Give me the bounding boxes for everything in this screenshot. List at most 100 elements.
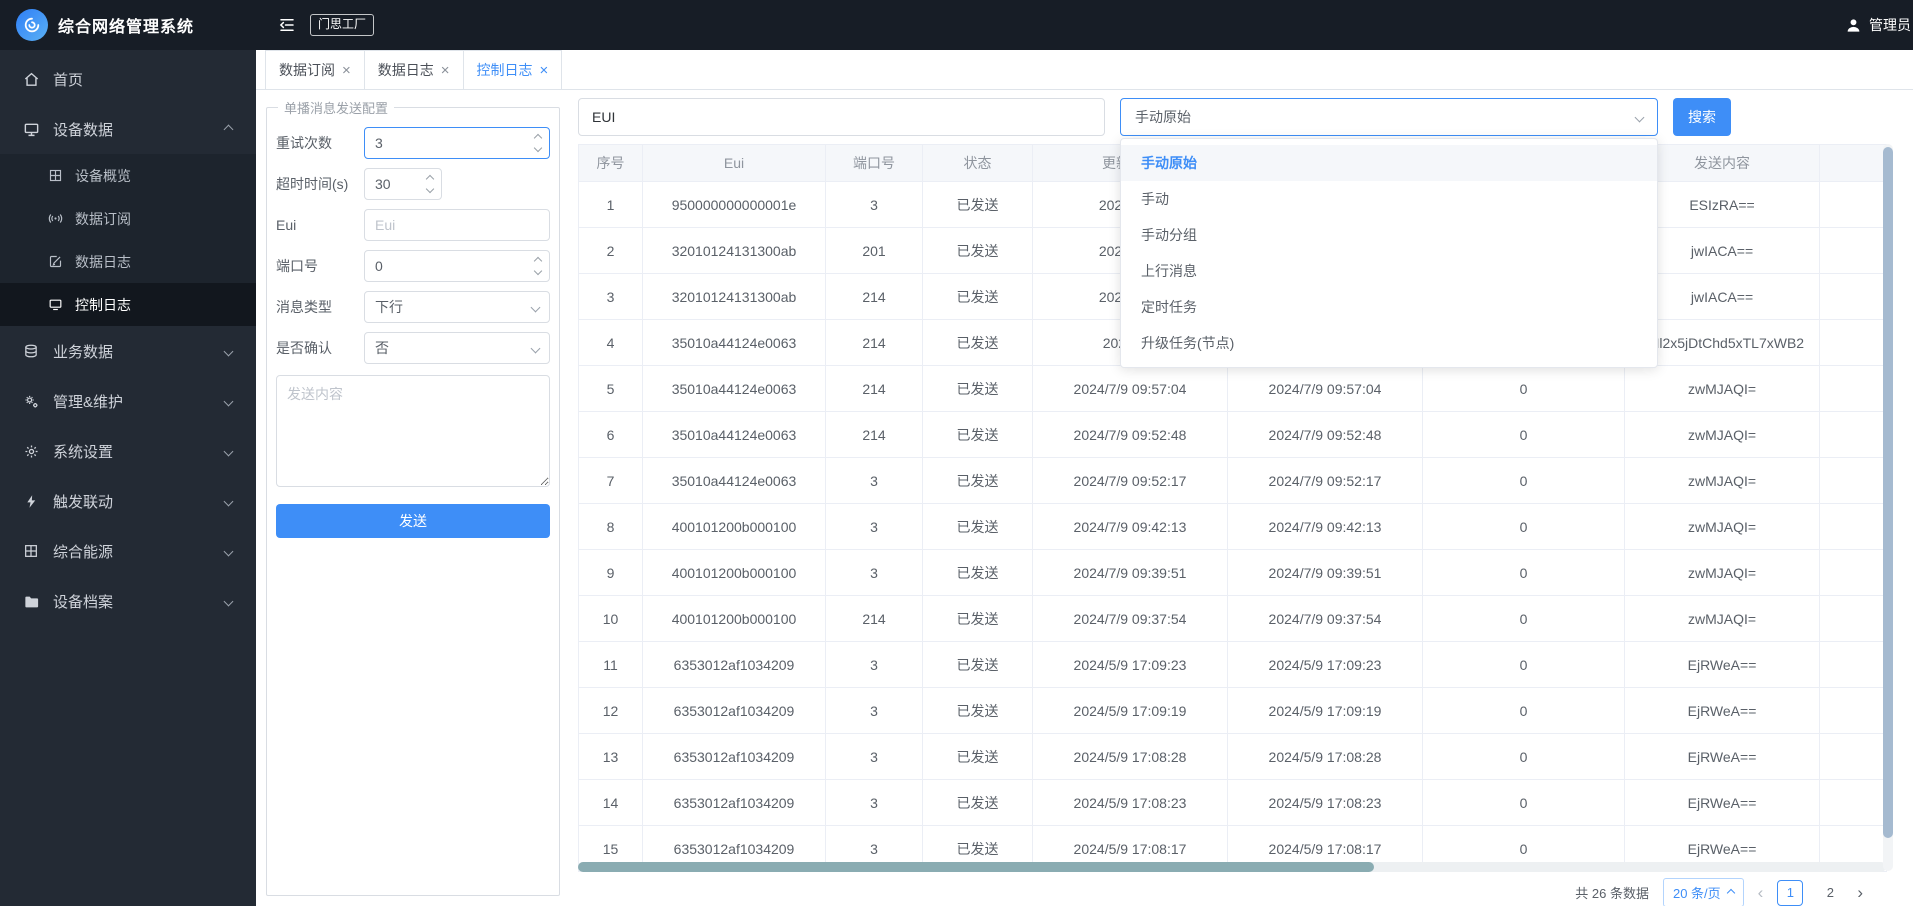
table-cell: 6353012af1034209: [642, 779, 826, 826]
message-type-select[interactable]: 下行: [364, 291, 550, 323]
number-spinner[interactable]: [528, 252, 548, 280]
table-row[interactable]: 11 6353012af1034209 3 已发送 2024/5/9 17:09:23 2…: [578, 641, 1887, 688]
sidebar-item-business-data[interactable]: 业务数据: [0, 326, 256, 376]
page-size-select[interactable]: 20 条/页: [1662, 878, 1744, 906]
sidebar-item-management-maintenance[interactable]: 管理&维护: [0, 376, 256, 426]
number-spinner[interactable]: [528, 129, 548, 157]
send-content-textarea[interactable]: [276, 375, 550, 487]
sidebar-item-home[interactable]: 首页: [0, 54, 256, 104]
retry-count-input[interactable]: [364, 127, 550, 159]
tab-data-logs[interactable]: 数据日志 ×: [363, 50, 464, 89]
dropdown-option[interactable]: 上行消息: [1121, 253, 1657, 289]
tab-data-subscription[interactable]: 数据订阅 ×: [265, 50, 365, 89]
table-row[interactable]: 12 6353012af1034209 3 已发送 2024/5/9 17:09:19 2…: [578, 687, 1887, 734]
table-row[interactable]: 10 400101200b000100 214 已发送 2024/7/9 09:37:5…: [578, 595, 1887, 642]
fieldset-legend: 单播消息发送配置: [284, 101, 389, 116]
chevron-down-icon: [223, 346, 234, 356]
sidebar-subitem-control-logs[interactable]: 控制日志: [0, 283, 256, 326]
confirm-select[interactable]: 否: [364, 332, 550, 364]
table-cell: 214: [825, 365, 923, 412]
table-cell: 0: [1422, 641, 1625, 688]
app-root: 综合网络管理系统 门思工厂 管理员 首页 设备数据 设备概览 数据订阅 数据日志…: [0, 0, 1913, 906]
table-cell: 9: [578, 549, 643, 596]
message-origin-select[interactable]: 手动原始: [1120, 98, 1658, 136]
table-cell: [1819, 273, 1887, 320]
page-number-2[interactable]: 2: [1817, 880, 1843, 906]
table-cell: [1819, 365, 1887, 412]
table-cell: 35010a44124e0063: [642, 319, 826, 366]
table-row[interactable]: 9 400101200b000100 3 已发送 2024/7/9 09:39:51 20…: [578, 549, 1887, 596]
sidebar-subitem-device-overview[interactable]: 设备概览: [0, 154, 256, 197]
chevron-down-icon: [223, 596, 234, 606]
close-icon[interactable]: ×: [342, 63, 351, 78]
table-cell: EjRWeA==: [1624, 779, 1820, 826]
close-icon[interactable]: ×: [441, 63, 450, 78]
pagination-total: 共 26 条数据: [1575, 886, 1649, 901]
table-cell: [1819, 411, 1887, 458]
table-row[interactable]: 14 6353012af1034209 3 已发送 2024/5/9 17:08:23 2…: [578, 779, 1887, 826]
horizontal-scrollbar[interactable]: [578, 862, 1886, 872]
send-button[interactable]: 发送: [276, 504, 550, 538]
dropdown-option[interactable]: 升级任务(节点): [1121, 325, 1657, 361]
dropdown-option[interactable]: 手动分组: [1121, 217, 1657, 253]
table-cell: 2024/7/9 09:42:13: [1227, 503, 1423, 550]
table-cell: [1819, 733, 1887, 780]
prev-page-button[interactable]: ‹: [1758, 884, 1764, 901]
sidebar-item-integrated-energy[interactable]: 综合能源: [0, 526, 256, 576]
dropdown-option[interactable]: 手动: [1121, 181, 1657, 217]
table-cell: EjRWeA==: [1624, 641, 1820, 688]
table-row[interactable]: 7 35010a44124e0063 3 已发送 2024/7/9 09:52:17 20…: [578, 457, 1887, 504]
horizontal-scroll-thumb[interactable]: [578, 862, 1374, 872]
factory-tag[interactable]: 门思工厂: [310, 14, 375, 36]
table-cell: 2024/7/9 09:52:48: [1227, 411, 1423, 458]
device-data-submenu: 设备概览 数据订阅 数据日志 控制日志: [0, 154, 256, 326]
dropdown-option[interactable]: 手动原始: [1121, 145, 1657, 181]
menu-label: 触发联动: [53, 493, 114, 511]
table-cell: 35010a44124e0063: [642, 457, 826, 504]
lightning-icon: [22, 492, 40, 510]
chevron-down-icon: [223, 396, 234, 406]
search-eui-input[interactable]: [578, 98, 1105, 136]
column-header: 端口号: [825, 144, 923, 182]
table-cell: 214: [825, 595, 923, 642]
table-row[interactable]: 6 35010a44124e0063 214 已发送 2024/7/9 09:52:48…: [578, 411, 1887, 458]
sidebar-item-trigger-linkage[interactable]: 触发联动: [0, 476, 256, 526]
table-cell: 35010a44124e0063: [642, 411, 826, 458]
type-dropdown-panel: 手动原始 手动 手动分组 上行消息 定时任务 升级任务(节点): [1120, 138, 1658, 368]
folder-icon: [22, 592, 40, 610]
table-cell: 2024/5/9 17:09:19: [1032, 687, 1228, 734]
table-row[interactable]: 13 6353012af1034209 3 已发送 2024/5/9 17:08:28 2…: [578, 733, 1887, 780]
sidebar-item-device-data[interactable]: 设备数据: [0, 104, 256, 154]
port-input[interactable]: [364, 250, 550, 282]
tab-control-logs[interactable]: 控制日志 ×: [462, 50, 563, 89]
vertical-scroll-thumb[interactable]: [1883, 147, 1893, 838]
user-area[interactable]: 管理员: [1844, 15, 1913, 35]
dropdown-option[interactable]: 定时任务: [1121, 289, 1657, 325]
home-icon: [22, 70, 40, 88]
eui-input[interactable]: [364, 209, 550, 241]
table-cell: 2024/7/9 09:52:48: [1032, 411, 1228, 458]
table-row[interactable]: 8 400101200b000100 3 已发送 2024/7/9 09:42:13 20…: [578, 503, 1887, 550]
page-number-1[interactable]: 1: [1777, 879, 1804, 906]
sidebar-item-system-settings[interactable]: 系统设置: [0, 426, 256, 476]
sidebar-subitem-data-logs[interactable]: 数据日志: [0, 240, 256, 283]
sidebar-subitem-data-subscription[interactable]: 数据订阅: [0, 197, 256, 240]
monitor-icon: [22, 120, 40, 138]
table-row[interactable]: 5 35010a44124e0063 214 已发送 2024/7/9 09:57:04…: [578, 365, 1887, 412]
sidebar-item-device-archives[interactable]: 设备档案: [0, 576, 256, 626]
number-spinner[interactable]: [420, 170, 440, 198]
sidebar-collapse-icon[interactable]: [278, 16, 296, 34]
table-cell: 400101200b000100: [642, 595, 826, 642]
table-cell: 已发送: [922, 411, 1033, 458]
close-icon[interactable]: ×: [540, 63, 549, 78]
table-cell: 214: [825, 319, 923, 366]
next-page-button[interactable]: ›: [1857, 884, 1863, 901]
search-button[interactable]: 搜索: [1673, 98, 1731, 136]
table-cell: 0: [1422, 503, 1625, 550]
table-cell: 0: [1422, 733, 1625, 780]
vertical-scrollbar[interactable]: [1883, 144, 1893, 871]
select-value: 下行: [375, 299, 403, 315]
table-cell: 已发送: [922, 779, 1033, 826]
table-cell: EjRWeA==: [1624, 733, 1820, 780]
table-cell: 14: [578, 779, 643, 826]
